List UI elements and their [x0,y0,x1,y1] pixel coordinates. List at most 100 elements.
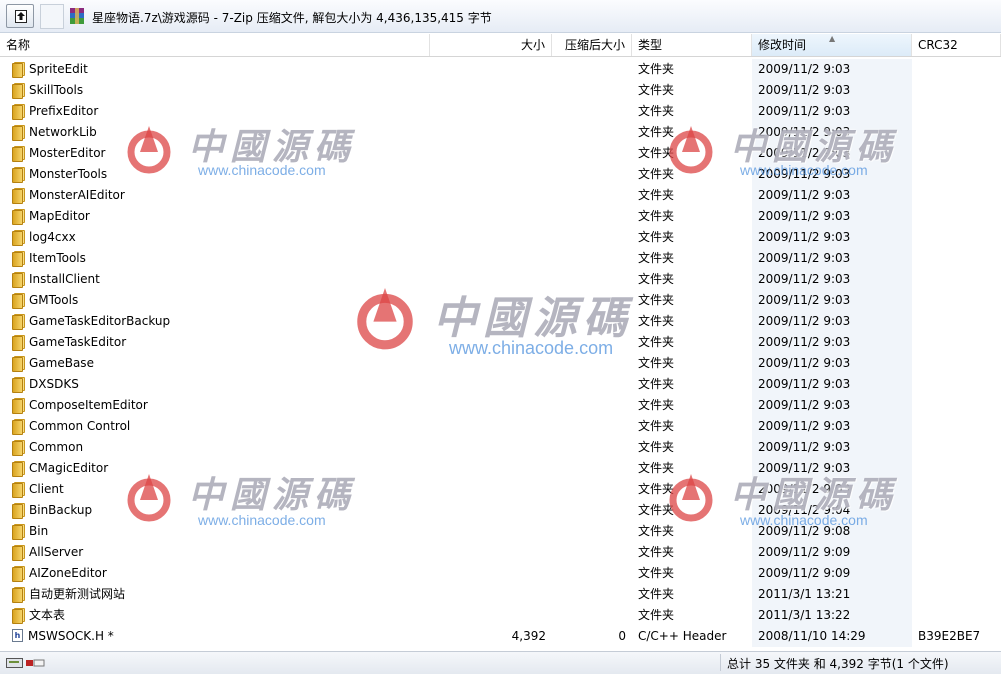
item-modified: 2011/3/1 13:21 [752,584,912,605]
item-modified: 2009/11/2 9:03 [752,59,912,80]
list-item[interactable]: Bin 文件夹 2009/11/2 9:08 [0,521,1001,542]
list-item[interactable]: GameTaskEditor 文件夹 2009/11/2 9:03 [0,332,1001,353]
item-name-cell: 文本表 [12,605,502,626]
list-item[interactable]: InstallClient 文件夹 2009/11/2 9:03 [0,269,1001,290]
item-name-cell: SkillTools [12,80,502,101]
item-name-cell: MonsterTools [12,164,502,185]
file-list[interactable]: SpriteEdit 文件夹 2009/11/2 9:03 SkillTools 文件夹… [0,59,1001,647]
item-name: NetworkLib [29,125,97,139]
status-bar: 总计 35 文件夹 和 4,392 字节(1 个文件) [0,651,1001,674]
list-item[interactable]: Common 文件夹 2009/11/2 9:03 [0,437,1001,458]
item-packed-size [550,227,626,248]
item-modified: 2009/11/2 9:03 [752,185,912,206]
item-modified: 2009/11/2 9:09 [752,542,912,563]
column-crc32[interactable]: CRC32 [912,34,1001,56]
folder-icon [12,418,25,435]
item-packed-size [550,248,626,269]
list-item[interactable]: 自动更新测试网站 文件夹 2011/3/1 13:21 [0,584,1001,605]
item-type: 文件夹 [638,524,675,538]
column-name[interactable]: 名称 [0,34,430,56]
folder-icon [12,166,25,183]
list-item[interactable]: GameBase 文件夹 2009/11/2 9:03 [0,353,1001,374]
item-name: 自动更新测试网站 [29,587,126,601]
list-item[interactable]: CMagicEditor 文件夹 2009/11/2 9:03 [0,458,1001,479]
item-crc32 [918,206,998,227]
item-crc32 [918,164,998,185]
column-header: 名称 大小 压缩后大小 类型 修改时间 ▲ CRC32 [0,34,1001,57]
item-modified: 2008/11/10 14:29 [752,626,912,647]
item-name: MSWSOCK.H * [28,629,114,643]
item-packed-size [550,80,626,101]
item-modified: 2009/11/2 9:03 [752,479,912,500]
item-name: MosterEditor [29,146,106,160]
list-item[interactable]: AllServer 文件夹 2009/11/2 9:09 [0,542,1001,563]
item-crc32 [918,500,998,521]
up-folder-button[interactable] [6,4,34,28]
item-type: 文件夹 [638,608,675,622]
list-item[interactable]: NetworkLib 文件夹 2009/11/2 9:03 [0,122,1001,143]
folder-icon [12,376,25,393]
list-item[interactable]: BinBackup 文件夹 2009/11/2 9:04 [0,500,1001,521]
list-item[interactable]: MonsterTools 文件夹 2009/11/2 9:03 [0,164,1001,185]
item-modified: 2009/11/2 9:03 [752,458,912,479]
item-size [430,101,546,122]
item-crc32: B39E2BE7 [918,629,981,643]
list-item[interactable]: MonsterAIEditor 文件夹 2009/11/2 9:03 [0,185,1001,206]
list-item[interactable]: Common Control 文件夹 2009/11/2 9:03 [0,416,1001,437]
toolbar: 星座物语.7z\游戏源码 - 7-Zip 压缩文件, 解包大小为 4,436,1… [0,0,1001,33]
item-modified: 2011/3/1 13:22 [752,605,912,626]
folder-icon [12,292,25,309]
column-modified[interactable]: 修改时间 ▲ [752,34,912,56]
sort-ascending-icon: ▲ [829,34,836,43]
list-item[interactable]: ItemTools 文件夹 2009/11/2 9:03 [0,248,1001,269]
column-packed-size[interactable]: 压缩后大小 [552,34,632,56]
toolbar-separator [40,4,64,29]
item-type: 文件夹 [638,440,675,454]
item-crc32 [918,437,998,458]
item-crc32 [918,374,998,395]
folder-icon [12,82,25,99]
folder-icon [12,565,25,582]
item-size [430,500,546,521]
column-type[interactable]: 类型 [632,34,752,56]
list-item[interactable]: Client 文件夹 2009/11/2 9:03 [0,479,1001,500]
item-crc32 [918,458,998,479]
item-modified: 2009/11/2 9:03 [752,395,912,416]
list-item[interactable]: SkillTools 文件夹 2009/11/2 9:03 [0,80,1001,101]
folder-icon [12,187,25,204]
list-item[interactable]: 文本表 文件夹 2011/3/1 13:22 [0,605,1001,626]
list-item[interactable]: h MSWSOCK.H * 4,392 0 C/C++ Header 2008/11/10… [0,626,1001,647]
list-item[interactable]: PrefixEditor 文件夹 2009/11/2 9:03 [0,101,1001,122]
item-modified: 2009/11/2 9:03 [752,80,912,101]
folder-icon [12,145,25,162]
list-item[interactable]: MosterEditor 文件夹 2009/11/2 9:03 [0,143,1001,164]
list-item[interactable]: ComposeItemEditor 文件夹 2009/11/2 9:03 [0,395,1001,416]
list-item[interactable]: DXSDKS 文件夹 2009/11/2 9:03 [0,374,1001,395]
item-type: 文件夹 [638,461,675,475]
list-item[interactable]: log4cxx 文件夹 2009/11/2 9:03 [0,227,1001,248]
item-packed-size [550,332,626,353]
item-name: log4cxx [29,230,76,244]
item-size [430,353,546,374]
item-type: 文件夹 [638,188,675,202]
item-type: 文件夹 [638,251,675,265]
item-packed-size [550,605,626,626]
folder-icon [12,397,25,414]
list-item[interactable]: GMTools 文件夹 2009/11/2 9:03 [0,290,1001,311]
item-crc32 [918,143,998,164]
list-item[interactable]: GameTaskEditorBackup 文件夹 2009/11/2 9:03 [0,311,1001,332]
item-packed-size [550,374,626,395]
item-size [430,395,546,416]
item-packed-size [550,206,626,227]
item-name-cell: 自动更新测试网站 [12,584,502,605]
list-item[interactable]: AIZoneEditor 文件夹 2009/11/2 9:09 [0,563,1001,584]
folder-icon [12,334,25,351]
column-size[interactable]: 大小 [430,34,552,56]
list-item[interactable]: MapEditor 文件夹 2009/11/2 9:03 [0,206,1001,227]
list-item[interactable]: SpriteEdit 文件夹 2009/11/2 9:03 [0,59,1001,80]
item-modified: 2009/11/2 9:03 [752,101,912,122]
item-crc32 [918,395,998,416]
item-name: SpriteEdit [29,62,88,76]
address-bar[interactable]: 星座物语.7z\游戏源码 - 7-Zip 压缩文件, 解包大小为 4,436,1… [66,4,996,29]
item-name: DXSDKS [29,377,79,391]
